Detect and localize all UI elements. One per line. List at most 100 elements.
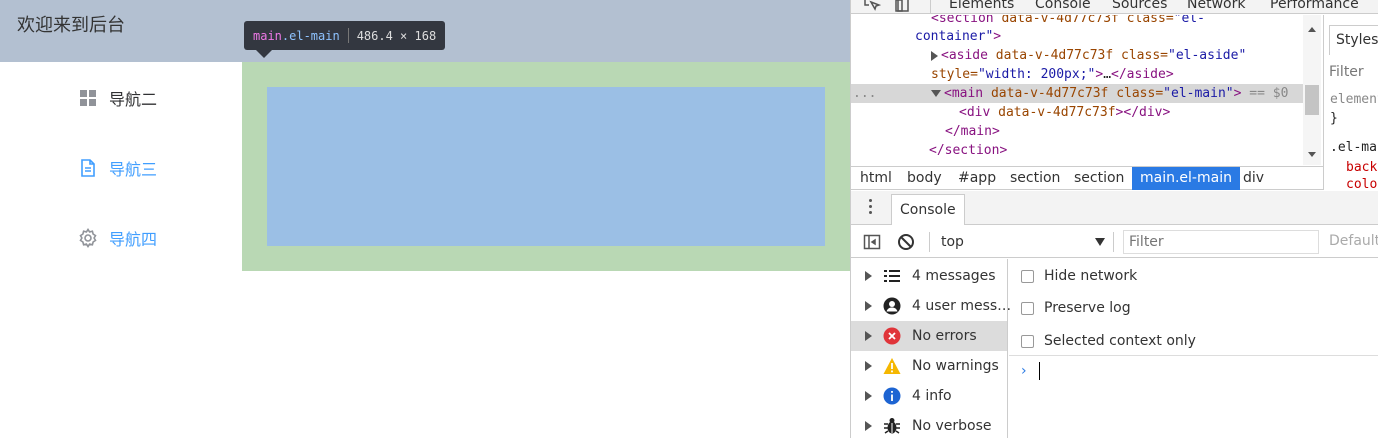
setting-hide-network[interactable]: Hide network	[1021, 266, 1137, 286]
tab-styles[interactable]: Styles	[1329, 25, 1378, 55]
attr-value: "el-main"	[1163, 86, 1234, 101]
breadcrumb-div[interactable]: div	[1243, 167, 1264, 190]
toolbar-separator	[1113, 232, 1114, 252]
inspect-tooltip: main .el-main 486.4 × 168	[244, 21, 446, 50]
kebab-menu-icon[interactable]	[869, 199, 873, 217]
main-content-box	[267, 87, 825, 246]
dom-node-div[interactable]: <div data-v-4d77c73f></div>	[959, 103, 1170, 122]
nav-item-label: 导航三	[109, 160, 158, 179]
elements-scrollbar[interactable]	[1303, 15, 1321, 165]
attr-name: data-v-4d77c73f	[993, 15, 1119, 26]
sidebar-item-errors[interactable]: No errors	[851, 321, 1007, 351]
attr-name: class=	[1108, 86, 1164, 101]
ellipsis: …	[1103, 67, 1112, 82]
attr-name: style=	[931, 67, 978, 82]
dom-node-main-selected[interactable]: ... <main data-v-4d77c73f class="el-main…	[851, 84, 1303, 103]
grid-icon	[78, 88, 98, 108]
breadcrumb-main-active[interactable]: main.el-main	[1132, 167, 1240, 190]
attr-value: "el-	[1173, 15, 1205, 26]
breadcrumb-body[interactable]: body	[907, 167, 942, 190]
checkbox[interactable]	[1021, 301, 1034, 315]
sidebar-toggle-icon[interactable]	[863, 233, 881, 251]
context-selector[interactable]: top	[941, 232, 1105, 252]
dom-node-section-cont: container">	[915, 27, 1001, 46]
sidebar-item-messages[interactable]: 4 messages	[851, 261, 1007, 291]
setting-label: Hide network	[1044, 268, 1138, 284]
dom-node-aside[interactable]: <aside data-v-4d77c73f class="el-aside"	[931, 46, 1246, 65]
setting-selected-context[interactable]: Selected context only	[1021, 331, 1196, 351]
dom-node-section-close[interactable]: </section>	[929, 141, 1007, 160]
clear-console-icon[interactable]	[897, 233, 915, 251]
more-dots-icon[interactable]: ...	[853, 84, 876, 103]
sidebar-item-user-messages[interactable]: 4 user mess…	[851, 291, 1011, 321]
styles-pane: Styles Filter element } .el-ma back colo	[1323, 15, 1378, 190]
drawer-tab-console[interactable]: Console	[891, 194, 965, 225]
tab-network[interactable]: Network	[1187, 0, 1245, 12]
scroll-down-icon[interactable]	[1308, 152, 1316, 157]
expand-arrow-icon[interactable]	[865, 361, 872, 371]
nav-item-2[interactable]: 导航二	[78, 86, 157, 110]
console-filter-input[interactable]	[1123, 230, 1319, 254]
tooltip-arrow	[256, 50, 272, 58]
device-toggle-icon[interactable]	[895, 0, 913, 12]
breadcrumb-section[interactable]: section	[1010, 167, 1060, 190]
styles-filter[interactable]: Filter	[1329, 64, 1364, 80]
dom-node-aside-cont: style="width: 200px;">…</aside>	[931, 65, 1174, 84]
sidebar-item-verbose[interactable]: No verbose	[851, 411, 1007, 438]
style-rule-selector: element	[1330, 92, 1378, 107]
tab-elements[interactable]: Elements	[949, 0, 1014, 12]
style-prop[interactable]: back	[1346, 160, 1377, 175]
nav-item-3[interactable]: 导航三	[78, 156, 157, 180]
tab-performance[interactable]: Performance	[1270, 0, 1359, 12]
setting-preserve-log[interactable]: Preserve log	[1021, 298, 1131, 318]
attr-name: data-v-4d77c73f	[987, 48, 1114, 63]
sidebar-nav: 导航二 导航三 导航四	[0, 62, 242, 438]
nav-item-label: 导航二	[109, 90, 158, 109]
attr-value: "el-aside"	[1168, 48, 1247, 63]
tab-console[interactable]: Console	[1035, 0, 1091, 12]
nav-item-4[interactable]: 导航四	[78, 226, 157, 250]
console-prompt-icon: ›	[1021, 363, 1027, 379]
tag-bracket: >	[993, 29, 1002, 44]
sidebar-item-label: No warnings	[912, 358, 999, 374]
checkbox[interactable]	[1021, 334, 1034, 348]
expand-arrow-icon[interactable]	[865, 391, 872, 401]
sidebar-item-info[interactable]: 4 info	[851, 381, 1007, 411]
dom-node-main-close[interactable]: </main>	[945, 122, 1000, 141]
attr-value: container"	[915, 29, 994, 44]
log-levels-dropdown[interactable]: Default	[1329, 233, 1378, 249]
sidebar-item-label: 4 user mess…	[912, 298, 1012, 314]
dropdown-caret-icon	[1095, 238, 1105, 246]
expand-arrow-icon[interactable]	[865, 271, 872, 281]
breadcrumb-app[interactable]: #app	[958, 167, 996, 190]
expand-arrow-icon[interactable]	[931, 50, 938, 61]
expand-arrow-icon[interactable]	[865, 301, 872, 311]
attr-name: data-v-4d77c73f	[990, 105, 1116, 120]
setting-label: Selected context only	[1044, 333, 1196, 349]
breadcrumb-section[interactable]: section	[1074, 167, 1124, 190]
scroll-thumb[interactable]	[1305, 85, 1319, 115]
sidebar-item-label: No errors	[912, 328, 977, 344]
tab-sources[interactable]: Sources	[1112, 0, 1167, 12]
tag-name: </main>	[945, 124, 1000, 139]
tag-name: section	[938, 15, 994, 26]
info-icon	[883, 387, 901, 405]
tag-name: </section>	[929, 143, 1008, 158]
tag-name: <aside	[941, 48, 988, 63]
checkbox[interactable]	[1021, 269, 1034, 283]
inspect-cursor-icon[interactable]	[863, 0, 882, 12]
sidebar-item-warnings[interactable]: No warnings	[851, 351, 1007, 381]
dom-breadcrumbs: html body #app section section main.el-m…	[851, 166, 1323, 190]
list-icon	[883, 267, 901, 285]
expand-arrow-icon[interactable]	[865, 331, 872, 341]
devtools-toolbar: Elements Console Sources Network Perform…	[851, 0, 1378, 14]
collapse-arrow-icon[interactable]	[931, 90, 941, 97]
scroll-up-icon[interactable]	[1308, 27, 1316, 32]
toolbar-divider	[930, 0, 931, 13]
console-input-cursor[interactable]	[1039, 362, 1040, 380]
style-prop[interactable]: colo	[1346, 177, 1377, 190]
elements-tree: <section data-v-4d77c73f class="el- cont…	[851, 15, 1323, 165]
breadcrumb-html[interactable]: html	[860, 167, 892, 190]
expand-arrow-icon[interactable]	[865, 421, 872, 431]
attr-name: data-v-4d77c73f	[983, 86, 1109, 101]
